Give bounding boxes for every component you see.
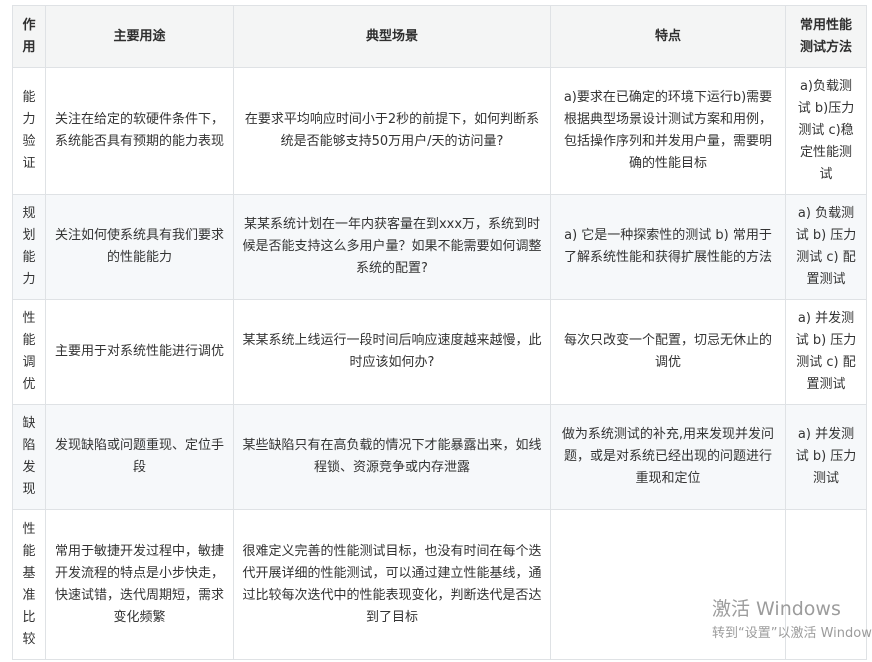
header-purpose: 主要用途: [45, 5, 234, 68]
row-type-cell: 规划能力: [12, 194, 46, 300]
row-purpose-cell: 发现缺陷或问题重现、定位手段: [45, 404, 234, 510]
header-features: 特点: [550, 5, 786, 68]
row-scenario-cell: 很难定义完善的性能测试目标，也没有时间在每个迭代开展详细的性能测试，可以通过建立…: [233, 509, 551, 660]
performance-testing-table: 作用 主要用途 典型场景 特点 常用性能测试方法 能力验证 关注在给定的软硬件条…: [12, 5, 867, 660]
table-row: 规划能力 关注如何使系统具有我们要求的性能能力 某某系统计划在一年内获客量在到x…: [12, 194, 867, 300]
row-type-cell: 能力验证: [12, 67, 46, 195]
header-type: 作用: [12, 5, 46, 68]
row-type-cell: 缺陷发现: [12, 404, 46, 510]
row-scenario-cell: 在要求平均响应时间小于2秒的前提下，如何判断系统是否能够支持50万用户/天的访问…: [233, 67, 551, 195]
row-methods-cell: [785, 509, 867, 660]
header-methods: 常用性能测试方法: [785, 5, 867, 68]
row-methods-cell: a) 并发测试 b) 压力测试 c) 配置测试: [785, 299, 867, 405]
row-methods-cell: a) 负载测试 b) 压力测试 c) 配置测试: [785, 194, 867, 300]
row-methods-cell: a) 并发测试 b) 压力测试: [785, 404, 867, 510]
row-features-cell: 做为系统测试的补充,用来发现并发问题，或是对系统已经出现的问题进行重现和定位: [550, 404, 786, 510]
table-header-row: 作用 主要用途 典型场景 特点 常用性能测试方法: [12, 5, 867, 68]
table-row: 性能基准比较 常用于敏捷开发过程中，敏捷开发流程的特点是小步快走，快速试错，迭代…: [12, 509, 867, 660]
row-scenario-cell: 某某系统上线运行一段时间后响应速度越来越慢，此时应该如何办?: [233, 299, 551, 405]
row-scenario-cell: 某些缺陷只有在高负载的情况下才能暴露出来，如线程锁、资源竞争或内存泄露: [233, 404, 551, 510]
row-purpose-cell: 主要用于对系统性能进行调优: [45, 299, 234, 405]
row-methods-cell: a)负载测试 b)压力测试 c)稳定性能测试: [785, 67, 867, 195]
table-row: 性能调优 主要用于对系统性能进行调优 某某系统上线运行一段时间后响应速度越来越慢…: [12, 299, 867, 405]
row-purpose-cell: 常用于敏捷开发过程中，敏捷开发流程的特点是小步快走，快速试错，迭代周期短，需求变…: [45, 509, 234, 660]
header-scenario: 典型场景: [233, 5, 551, 68]
row-purpose-cell: 关注如何使系统具有我们要求的性能能力: [45, 194, 234, 300]
row-features-cell: a) 它是一种探索性的测试 b) 常用于了解系统性能和获得扩展性能的方法: [550, 194, 786, 300]
table-row: 缺陷发现 发现缺陷或问题重现、定位手段 某些缺陷只有在高负载的情况下才能暴露出来…: [12, 404, 867, 510]
row-type-cell: 性能调优: [12, 299, 46, 405]
row-features-cell: [550, 509, 786, 660]
row-type-cell: 性能基准比较: [12, 509, 46, 660]
row-features-cell: a)要求在已确定的环境下运行b)需要根据典型场景设计测试方案和用例，包括操作序列…: [550, 67, 786, 195]
row-purpose-cell: 关注在给定的软硬件条件下，系统能否具有预期的能力表现: [45, 67, 234, 195]
row-features-cell: 每次只改变一个配置，切忌无休止的调优: [550, 299, 786, 405]
row-scenario-cell: 某某系统计划在一年内获客量在到xxx万，系统到时候是否能支持这么多用户量？如果不…: [233, 194, 551, 300]
table-row: 能力验证 关注在给定的软硬件条件下，系统能否具有预期的能力表现 在要求平均响应时…: [12, 67, 867, 195]
